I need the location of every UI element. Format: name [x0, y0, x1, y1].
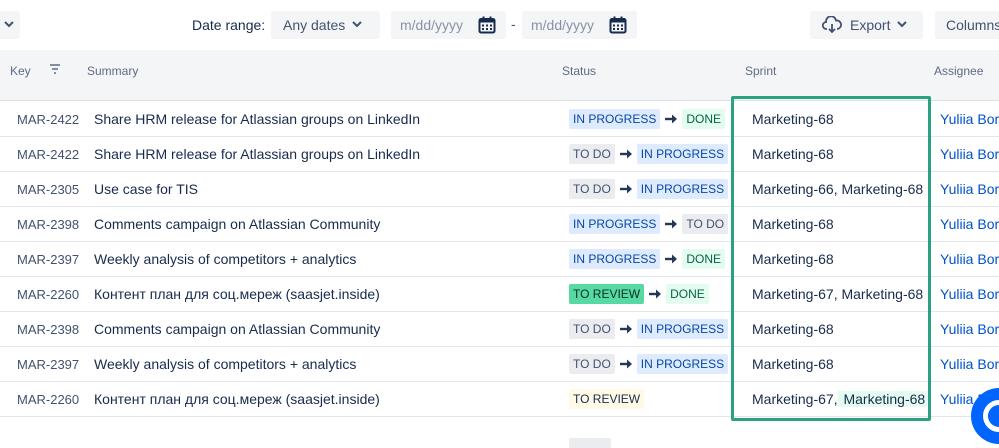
status-from-lozenge: IN PROGRESS [569, 249, 661, 269]
chevron-down-icon [352, 21, 362, 28]
status-from-lozenge: TO REVIEW [569, 284, 645, 304]
assignee-link[interactable]: Yuliia Bori [940, 181, 999, 197]
status-to-lozenge: IN PROGRESS [636, 144, 729, 164]
arrow-right-icon [619, 323, 633, 335]
issue-summary: Comments campaign on Atlassian Community [94, 216, 381, 232]
issue-key-link[interactable]: MAR-2398 [17, 217, 79, 232]
issue-key-link[interactable]: MAR-2260 [17, 392, 79, 407]
status-from-lozenge: IN PROGRESS [569, 214, 661, 234]
status-transition: IN PROGRESS TO DO [569, 214, 729, 234]
issue-key-link[interactable]: MAR-2397 [17, 357, 79, 372]
arrow-right-icon [619, 358, 633, 370]
toolbar: Date range: Any dates m/dd/yyyy - m/dd/y… [0, 0, 999, 50]
sprint-highlight-box [731, 96, 931, 421]
assignee-link[interactable]: Yuliia Bori [940, 356, 999, 372]
issue-key-link[interactable]: MAR-2422 [17, 112, 79, 127]
date-range-value: Any dates [283, 17, 346, 33]
column-header-assignee[interactable]: Assignee [934, 64, 983, 78]
status-to-lozenge: IN PROGRESS [636, 319, 729, 339]
arrow-right-icon [619, 183, 633, 195]
chevron-down-icon [4, 21, 14, 28]
status-to-lozenge: DONE [682, 109, 726, 129]
columns-button[interactable]: Columns [935, 11, 999, 39]
status-to-lozenge: DONE [666, 284, 709, 304]
status-to-lozenge: IN PROGRESS [636, 179, 729, 199]
status-transition: TO DO IN PROGRESS [569, 319, 729, 339]
status-from-lozenge: TO REVIEW [569, 389, 645, 409]
status-to-lozenge: IN PROGRESS [636, 354, 729, 374]
table-header: Key Summary Status Sprint Assignee [0, 50, 999, 101]
assignee-link[interactable]: Yuliia Bori [940, 216, 999, 232]
issue-key-link[interactable]: MAR-2397 [17, 252, 79, 267]
date-separator: - [511, 16, 516, 32]
from-date-placeholder: m/dd/yyyy [400, 17, 464, 33]
calendar-icon[interactable] [478, 16, 496, 34]
cloud-download-icon [822, 16, 842, 34]
chevron-down-icon [897, 21, 907, 28]
assignee-link[interactable]: Yuliia Bori [940, 146, 999, 162]
assignee-link[interactable]: Yuliia Bori [940, 321, 999, 337]
issue-summary: Контент план для соц.мереж (saasjet.insi… [94, 286, 380, 302]
arrow-right-icon [648, 288, 662, 300]
column-header-status[interactable]: Status [562, 64, 596, 78]
columns-label: Columns [946, 17, 999, 33]
issue-summary: Use case for TIS [94, 181, 199, 197]
to-date-placeholder: m/dd/yyyy [531, 17, 595, 33]
status-to-lozenge: TO DO [682, 214, 729, 234]
status-from-lozenge: TO DO [569, 144, 615, 164]
row-placeholder-chip [569, 438, 611, 448]
issue-key-link[interactable]: MAR-2260 [17, 287, 79, 302]
from-date-input[interactable]: m/dd/yyyy [391, 11, 506, 39]
status-transition: TO DO IN PROGRESS [569, 179, 729, 199]
column-header-sprint[interactable]: Sprint [745, 64, 776, 78]
export-button[interactable]: Export [810, 11, 923, 39]
date-range-label: Date range: [192, 17, 266, 33]
issue-summary: Comments campaign on Atlassian Community [94, 321, 381, 337]
issue-key-link[interactable]: MAR-2422 [17, 147, 79, 162]
to-date-input[interactable]: m/dd/yyyy [522, 11, 637, 39]
calendar-icon[interactable] [609, 16, 627, 34]
arrow-right-icon [664, 218, 678, 230]
arrow-right-icon [619, 148, 633, 160]
export-label: Export [850, 17, 891, 33]
arrow-right-icon [664, 113, 678, 125]
status-from-lozenge: TO DO [569, 354, 615, 374]
status-transition: TO REVIEW DONE [569, 284, 709, 304]
issue-summary: Share HRM release for Atlassian groups o… [94, 146, 421, 162]
issue-summary: Weekly analysis of competitors + analyti… [94, 251, 357, 267]
status-transition: TO DO IN PROGRESS [569, 354, 729, 374]
filter-icon[interactable] [48, 62, 62, 76]
assignee-link[interactable]: Yuliia Bori [940, 251, 999, 267]
status-transition: TO DO IN PROGRESS [569, 144, 729, 164]
column-header-key[interactable]: Key [10, 64, 31, 78]
issue-key-link[interactable]: MAR-2398 [17, 322, 79, 337]
status-transition: IN PROGRESS DONE [569, 249, 726, 269]
status-transition: TO REVIEW [569, 389, 645, 409]
arrow-right-icon [664, 253, 678, 265]
assignee-link[interactable]: Yuliia Bori [940, 111, 999, 127]
status-from-lozenge: IN PROGRESS [569, 109, 661, 129]
left-dropdown-button[interactable] [0, 11, 20, 39]
status-to-lozenge: DONE [682, 249, 726, 269]
issue-summary: Share HRM release for Atlassian groups o… [94, 111, 421, 127]
status-from-lozenge: TO DO [569, 179, 615, 199]
column-header-summary[interactable]: Summary [87, 64, 138, 78]
help-icon [983, 400, 999, 432]
status-transition: IN PROGRESS DONE [569, 109, 726, 129]
date-range-select[interactable]: Any dates [271, 11, 380, 39]
status-from-lozenge: TO DO [569, 319, 615, 339]
assignee-link[interactable]: Yuliia Bori [940, 286, 999, 302]
issue-key-link[interactable]: MAR-2305 [17, 182, 79, 197]
issue-summary: Weekly analysis of competitors + analyti… [94, 356, 357, 372]
issue-summary: Контент план для соц.мереж (saasjet.insi… [94, 391, 380, 407]
